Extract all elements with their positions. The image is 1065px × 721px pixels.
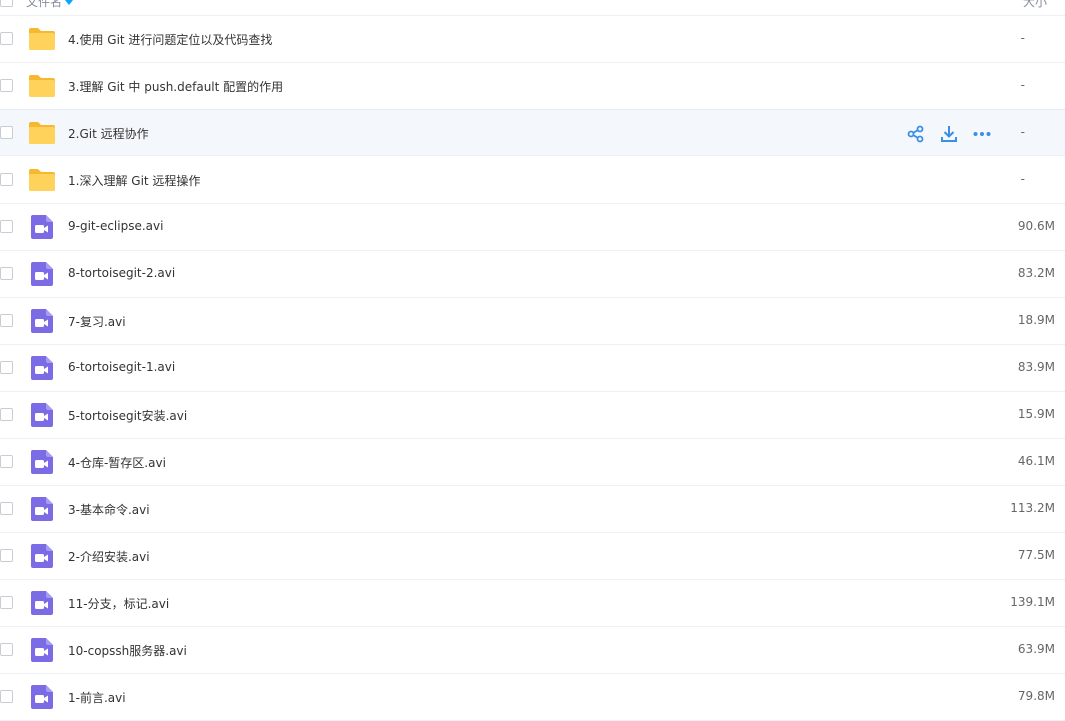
file-row[interactable]: 9-git-eclipse.avi 90.6M (0, 204, 1065, 251)
file-list-header: 文件名 大小 (0, 0, 1065, 16)
name-column-header[interactable]: 文件名 (26, 0, 74, 10)
share-icon[interactable] (906, 124, 926, 144)
folder-row[interactable]: 1.深入理解 Git 远程操作 - (0, 157, 1065, 204)
video-file-icon (31, 262, 53, 286)
file-name-link[interactable]: 7-复习.avi (68, 313, 126, 330)
video-file-icon (31, 638, 53, 662)
video-file-icon (31, 356, 53, 380)
file-name-link[interactable]: 6-tortoisegit-1.avi (68, 360, 175, 374)
row-checkbox[interactable] (0, 408, 13, 421)
file-row[interactable]: 11-分支，标记.avi 139.1M (0, 580, 1065, 627)
row-checkbox[interactable] (0, 314, 13, 327)
folder-icon (28, 168, 56, 192)
file-size: 18.9M (1017, 313, 1055, 327)
file-size: 139.1M (1010, 595, 1055, 609)
video-file-icon (31, 403, 53, 427)
file-name-link[interactable]: 4-仓库-暂存区.avi (68, 454, 166, 471)
video-file-icon (31, 450, 53, 474)
video-file-icon (31, 544, 53, 568)
file-size: 83.2M (1017, 266, 1055, 280)
video-file-icon (31, 215, 53, 239)
file-row[interactable]: 8-tortoisegit-2.avi 83.2M (0, 251, 1065, 298)
folder-icon (28, 27, 56, 51)
file-row[interactable]: 7-复习.avi 18.9M (0, 298, 1065, 345)
row-checkbox[interactable] (0, 690, 13, 703)
more-icon[interactable] (972, 124, 992, 144)
row-checkbox[interactable] (0, 455, 13, 468)
row-checkbox[interactable] (0, 220, 13, 233)
folder-row[interactable]: 3.理解 Git 中 push.default 配置的作用 - (0, 63, 1065, 110)
file-name-link[interactable]: 10-copssh服务器.avi (68, 642, 187, 659)
file-size: 15.9M (1017, 407, 1055, 421)
file-name-link[interactable]: 1-前言.avi (68, 689, 126, 706)
file-size: - (1020, 125, 1025, 139)
file-name-link[interactable]: 1.深入理解 Git 远程操作 (68, 172, 200, 189)
folder-icon (28, 121, 56, 145)
file-size: 83.9M (1017, 360, 1055, 374)
file-size: - (1020, 78, 1025, 92)
file-row[interactable]: 10-copssh服务器.avi 63.9M (0, 627, 1065, 674)
file-name-link[interactable]: 2-介绍安装.avi (68, 548, 150, 565)
download-icon[interactable] (939, 124, 959, 144)
file-name-link[interactable]: 2.Git 远程协作 (68, 125, 149, 142)
row-checkbox[interactable] (0, 596, 13, 609)
row-checkbox[interactable] (0, 502, 13, 515)
file-name-link[interactable]: 4.使用 Git 进行问题定位以及代码查找 (68, 31, 272, 48)
row-checkbox[interactable] (0, 643, 13, 656)
file-size: 77.5M (1017, 548, 1055, 562)
sort-caret-icon (65, 0, 74, 5)
video-file-icon (31, 309, 53, 333)
file-row[interactable]: 5-tortoisegit安装.avi 15.9M (0, 392, 1065, 439)
file-row[interactable]: 3-基本命令.avi 113.2M (0, 486, 1065, 533)
file-name-link[interactable]: 11-分支，标记.avi (68, 595, 169, 612)
file-name-link[interactable]: 9-git-eclipse.avi (68, 219, 163, 233)
file-name-link[interactable]: 8-tortoisegit-2.avi (68, 266, 175, 280)
file-size: 79.8M (1017, 689, 1055, 703)
file-row[interactable]: 1-前言.avi 79.8M (0, 674, 1065, 721)
row-checkbox[interactable] (0, 126, 13, 139)
folder-row[interactable]: 4.使用 Git 进行问题定位以及代码查找 - (0, 16, 1065, 63)
file-row[interactable]: 4-仓库-暂存区.avi 46.1M (0, 439, 1065, 486)
file-row[interactable]: 2-介绍安装.avi 77.5M (0, 533, 1065, 580)
file-size: 90.6M (1017, 219, 1055, 233)
file-size: 113.2M (1010, 501, 1055, 515)
video-file-icon (31, 591, 53, 615)
file-size: 46.1M (1017, 454, 1055, 468)
video-file-icon (31, 685, 53, 709)
video-file-icon (31, 497, 53, 521)
row-checkbox[interactable] (0, 79, 13, 92)
row-checkbox[interactable] (0, 267, 13, 280)
file-name-link[interactable]: 3.理解 Git 中 push.default 配置的作用 (68, 78, 283, 95)
file-name-link[interactable]: 5-tortoisegit安装.avi (68, 407, 187, 424)
row-checkbox[interactable] (0, 173, 13, 186)
row-checkbox[interactable] (0, 32, 13, 45)
size-column-header[interactable]: 大小 (1023, 0, 1047, 10)
file-row[interactable]: 6-tortoisegit-1.avi 83.9M (0, 345, 1065, 392)
file-name-link[interactable]: 3-基本命令.avi (68, 501, 150, 518)
file-size: - (1020, 172, 1025, 186)
file-size: - (1020, 31, 1025, 45)
row-checkbox[interactable] (0, 549, 13, 562)
select-all-checkbox[interactable] (0, 0, 13, 7)
row-checkbox[interactable] (0, 361, 13, 374)
folder-icon (28, 74, 56, 98)
file-size: 63.9M (1017, 642, 1055, 656)
folder-row[interactable]: 2.Git 远程协作 - (0, 109, 1065, 156)
